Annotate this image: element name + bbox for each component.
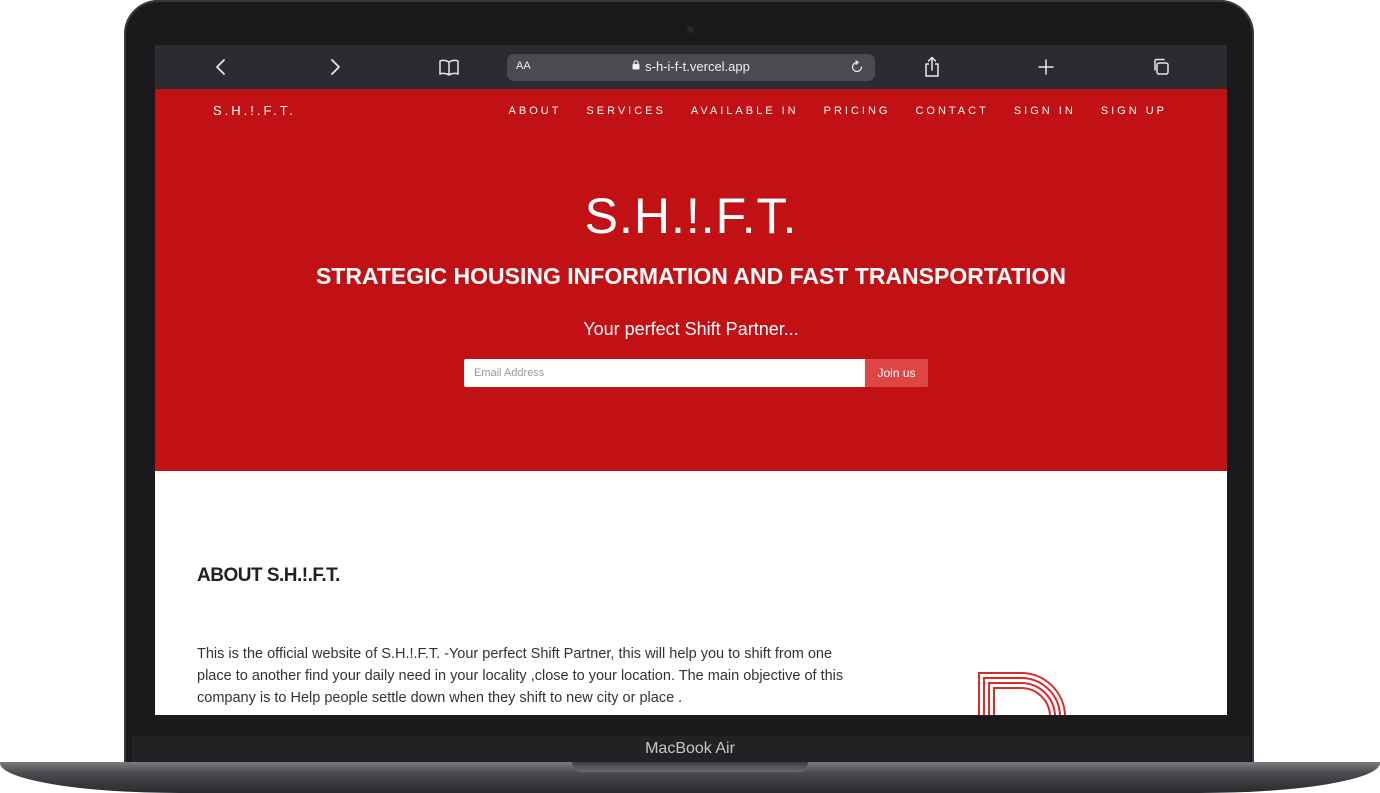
url-text: s-h-i-f-t.vercel.app <box>645 59 750 74</box>
chevron-right-icon[interactable] <box>323 55 347 79</box>
hero-section: S.H.!.F.T. ABOUT SERVICES AVAILABLE IN P… <box>155 89 1227 471</box>
about-title: ABOUT S.H.!.F.T. <box>197 565 340 586</box>
join-button[interactable]: Join us <box>865 359 928 387</box>
laptop-notch <box>572 762 808 772</box>
web-page: S.H.!.F.T. ABOUT SERVICES AVAILABLE IN P… <box>155 89 1227 715</box>
decorative-logo-graphic <box>978 671 1066 715</box>
nav-available-in[interactable]: AVAILABLE IN <box>691 105 799 117</box>
nav-pricing[interactable]: PRICING <box>824 105 891 117</box>
chevron-left-icon[interactable] <box>209 55 233 79</box>
share-icon[interactable] <box>920 55 944 79</box>
about-text: This is the official website of S.H.!.F.… <box>197 646 844 706</box>
hero-title: S.H.!.F.T. <box>584 188 798 244</box>
tabs-icon[interactable] <box>1149 55 1173 79</box>
nav-contact[interactable]: CONTACT <box>915 105 988 117</box>
model-label: MacBook Air <box>645 740 735 757</box>
nav-services[interactable]: SERVICES <box>586 105 665 117</box>
browser-toolbar: AA s-h-i-f-t.vercel.app <box>155 45 1227 89</box>
nav-about[interactable]: ABOUT <box>509 105 562 117</box>
camera <box>687 26 694 33</box>
signup-form: Join us <box>464 359 928 387</box>
main-nav: ABOUT SERVICES AVAILABLE IN PRICING CONT… <box>484 105 1167 117</box>
site-logo[interactable]: S.H.!.F.T. <box>213 103 296 118</box>
hero-tagline: Your perfect Shift Partner... <box>583 319 799 339</box>
nav-sign-in[interactable]: SIGN IN <box>1014 105 1076 117</box>
address-bar[interactable]: AA s-h-i-f-t.vercel.app <box>507 54 875 81</box>
hero-subtitle: STRATEGIC HOUSING INFORMATION AND FAST T… <box>315 263 1067 289</box>
plus-icon[interactable] <box>1034 55 1058 79</box>
book-icon[interactable] <box>437 55 461 79</box>
nav-sign-up[interactable]: SIGN UP <box>1101 105 1167 117</box>
email-input[interactable] <box>464 359 865 387</box>
screen: AA s-h-i-f-t.vercel.app S.H.!.F.T. ABOUT <box>155 45 1227 715</box>
reload-icon[interactable] <box>847 57 867 77</box>
lock-icon <box>632 60 640 73</box>
url-display: s-h-i-f-t.vercel.app <box>507 59 875 74</box>
